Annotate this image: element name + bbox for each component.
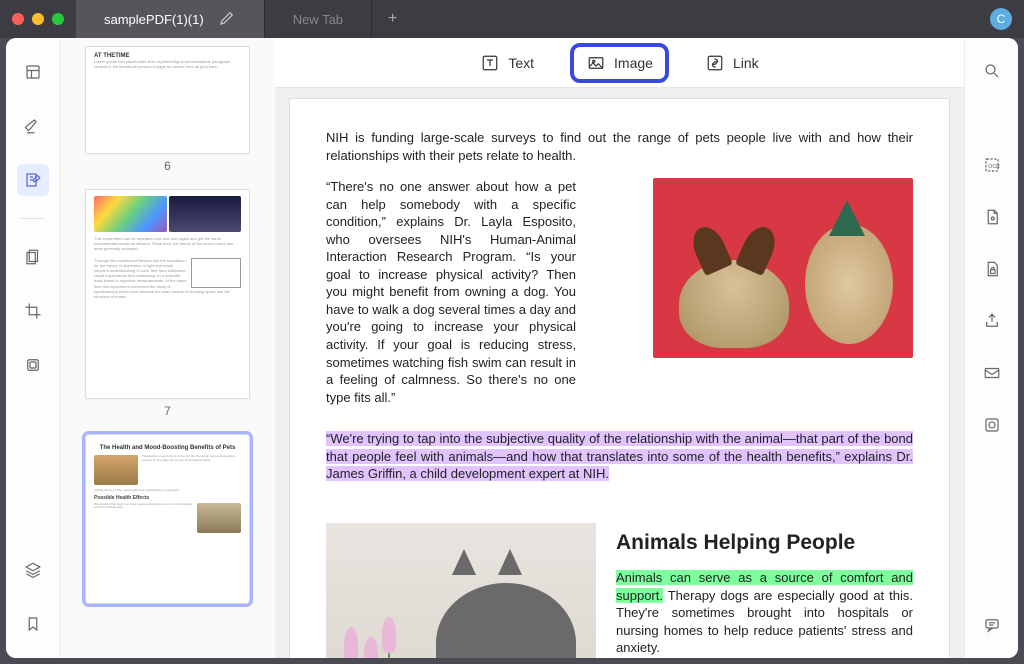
paragraph: NIH is funding large-scale surveys to fi…	[326, 129, 913, 164]
layers-button[interactable]	[17, 554, 49, 586]
link-tool-button[interactable]: Link	[693, 47, 771, 79]
comments-button[interactable]	[977, 610, 1007, 640]
tab-new[interactable]: New Tab	[265, 0, 372, 38]
tool-label: Text	[508, 55, 534, 71]
new-tab-button[interactable]: +	[372, 10, 413, 28]
highlight-purple: “We're trying to tap into the subjective…	[326, 431, 913, 481]
tab-label: New Tab	[293, 12, 343, 27]
thumb-filler: Placeholder small body text lines for th…	[142, 455, 241, 485]
window-controls	[12, 13, 64, 25]
document-viewport[interactable]: NIH is funding large-scale surveys to fi…	[275, 88, 964, 658]
divider	[21, 218, 45, 219]
dog-illustration	[679, 260, 789, 348]
image-icon	[586, 53, 606, 73]
svg-text:OCR: OCR	[988, 164, 1000, 170]
tool-label: Image	[614, 55, 653, 71]
bookmark-button[interactable]	[17, 608, 49, 640]
thumb-image	[94, 196, 167, 232]
highlight-tool[interactable]	[17, 110, 49, 142]
text-tool-button[interactable]: Text	[468, 47, 546, 79]
inline-image-dogs[interactable]	[653, 178, 913, 358]
thumb-subheading: Possible Health Effects	[94, 495, 241, 501]
pencil-icon	[218, 9, 236, 30]
thumb-title: The Health and Mood-Boosting Benefits of…	[94, 445, 241, 451]
mail-icon	[983, 364, 1001, 382]
crop-icon	[24, 302, 42, 320]
thumb-image	[94, 455, 138, 485]
paragraph-highlighted: “We're trying to tap into the subjective…	[326, 430, 913, 483]
highlighter-icon	[24, 117, 42, 135]
search-icon	[983, 62, 1001, 80]
comment-icon	[983, 616, 1001, 634]
plus-icon: +	[388, 10, 397, 27]
thumbnail-panel[interactable]: AT THETIME Lorem ipsum text placeholder …	[60, 38, 275, 658]
layers-alt-tool[interactable]	[17, 349, 49, 381]
share-button[interactable]	[977, 306, 1007, 336]
thumb-filler: Placeholder filler body text lines repre…	[94, 503, 193, 533]
tool-label: Link	[733, 55, 759, 71]
crop-tool[interactable]	[17, 295, 49, 327]
avatar[interactable]: C	[990, 8, 1012, 30]
tab-samplepdf[interactable]: samplePDF(1)(1)	[76, 0, 265, 38]
title-bar: samplePDF(1)(1) New Tab + C	[0, 0, 1024, 38]
thumbnail-page-7[interactable]: This experiment can be repeated over and…	[85, 189, 250, 428]
tab-bar: samplePDF(1)(1) New Tab +	[76, 0, 990, 38]
thumb-filler: Through this experiment Newton laid the …	[94, 258, 241, 300]
search-button[interactable]	[977, 56, 1007, 86]
annotation-toolbar: Text Image Link	[275, 38, 964, 88]
thumbnails-icon	[24, 63, 42, 81]
thumb-filler: Additional line of filler placeholder te…	[94, 489, 241, 493]
file-icon	[983, 208, 1001, 226]
inline-image-cat[interactable]	[326, 523, 596, 658]
thumbnail-page-6[interactable]: AT THETIME Lorem ipsum text placeholder …	[85, 46, 250, 183]
content-area: Text Image Link NIH is funding large-sca…	[275, 38, 964, 658]
thumb-filler: Lorem ipsum text placeholder lines repre…	[94, 59, 241, 69]
ocr-button[interactable]: OCR	[977, 150, 1007, 180]
dog-illustration	[805, 224, 893, 344]
watermark-icon	[983, 416, 1001, 434]
main-area: AT THETIME Lorem ipsum text placeholder …	[6, 38, 1018, 658]
close-window-button[interactable]	[12, 13, 24, 25]
thumb-diagram	[191, 258, 241, 288]
annotate-tool[interactable]	[17, 164, 49, 196]
file-lock-icon	[983, 260, 1001, 278]
thumb-image	[197, 503, 241, 533]
layers-icon	[24, 561, 42, 579]
attach-button[interactable]	[977, 254, 1007, 284]
text-icon	[480, 53, 500, 73]
stack-icon	[24, 356, 42, 374]
tab-label: samplePDF(1)(1)	[104, 12, 204, 27]
minimize-window-button[interactable]	[32, 13, 44, 25]
pages-tool[interactable]	[17, 241, 49, 273]
watermark-button[interactable]	[977, 410, 1007, 440]
link-icon	[705, 53, 725, 73]
left-sidebar	[6, 38, 60, 658]
thumbnails-tool[interactable]	[17, 56, 49, 88]
thumb-filler: This experiment can be repeated over and…	[94, 236, 241, 252]
paragraph: “There's no one answer about how a pet c…	[326, 178, 576, 406]
note-pencil-icon	[24, 171, 42, 189]
image-tool-button[interactable]: Image	[574, 47, 665, 79]
bookmark-icon	[24, 615, 42, 633]
thumb-image	[169, 196, 242, 232]
right-sidebar: OCR	[964, 38, 1018, 658]
ocr-icon: OCR	[983, 156, 1001, 174]
thumbnail-page-8[interactable]: The Health and Mood-Boosting Benefits of…	[85, 434, 250, 604]
share-icon	[983, 312, 1001, 330]
mail-button[interactable]	[977, 358, 1007, 388]
file-button[interactable]	[977, 202, 1007, 232]
pages-icon	[24, 248, 42, 266]
page: NIH is funding large-scale surveys to fi…	[289, 98, 950, 658]
thumb-page-number: 6	[85, 154, 250, 183]
thumb-page-number: 7	[85, 399, 250, 428]
maximize-window-button[interactable]	[52, 13, 64, 25]
avatar-initial: C	[997, 12, 1006, 26]
